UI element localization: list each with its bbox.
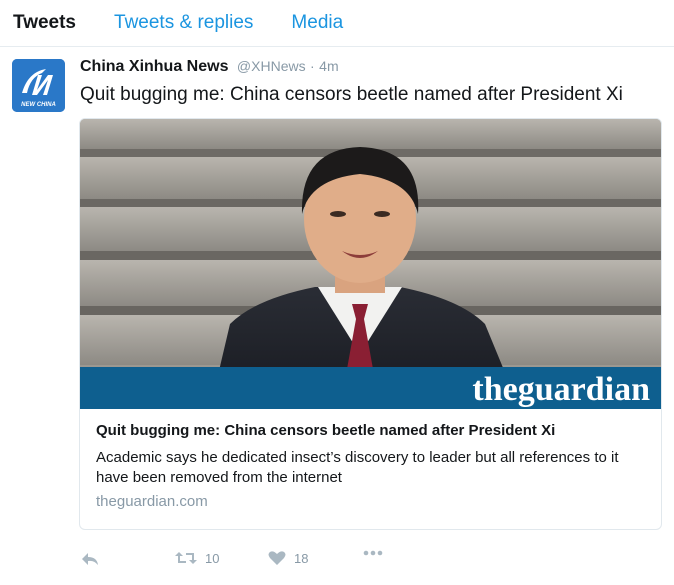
retweet-count: 10 [205,550,220,566]
heart-icon [268,551,286,565]
guardian-logo: theguardian [472,371,650,408]
card-description: Academic says he dedicated insect’s disc… [96,449,619,486]
like-button[interactable]: 18 [268,550,308,566]
tweet-header: China Xinhua News @XHNews · 4m [80,58,339,76]
card-domain: theguardian.com [96,493,208,510]
card-image[interactable]: theguardian [80,119,661,409]
tweet-actions: 10 18 [80,550,660,572]
tab-tweets-and-replies[interactable]: Tweets & replies [114,12,253,34]
retweet-button[interactable]: 10 [175,550,219,566]
card-photo: theguardian [80,119,661,409]
retweet-icon [175,552,197,564]
like-count: 18 [294,550,309,566]
avatar-caption: NEW CHINA [21,102,56,108]
author-name[interactable]: China Xinhua News [80,58,228,75]
link-card[interactable]: theguardian Quit bugging me: China censo… [79,118,662,530]
reply-button[interactable] [80,550,100,568]
author-handle[interactable]: @XHNews [237,58,306,74]
xinhua-logo: NEW CHINA [12,59,65,112]
card-title[interactable]: Quit bugging me: China censors beetle na… [96,422,555,439]
reply-icon [82,553,98,565]
more-icon [363,550,383,556]
more-button[interactable] [363,550,383,556]
tab-media[interactable]: Media [291,12,343,34]
avatar[interactable]: NEW CHINA [12,59,65,112]
tweet-text: Quit bugging me: China censors beetle na… [80,84,623,105]
profile-tabs: Tweets Tweets & replies Media [0,0,674,47]
header-separator: · [310,58,315,74]
tweet-timestamp[interactable]: 4m [319,58,338,74]
tab-tweets[interactable]: Tweets [13,12,76,34]
